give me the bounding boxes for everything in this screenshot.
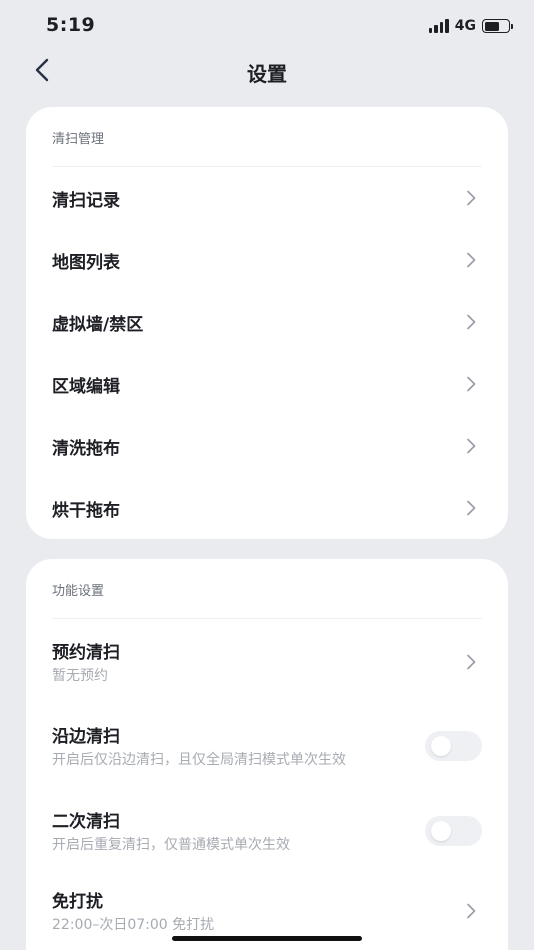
toggle-knob	[431, 821, 451, 841]
row-map-list[interactable]: 地图列表	[26, 229, 508, 291]
battery-icon	[482, 19, 513, 33]
home-indicator[interactable]	[172, 936, 362, 941]
row-subtitle: 暂无预约	[52, 668, 108, 684]
row-label: 预约清扫	[52, 643, 120, 663]
signal-icon	[428, 19, 449, 33]
row-edge-cleaning: 沿边清扫 开启后仅沿边清扫，且仅全局清扫模式单次生效	[26, 701, 508, 791]
row-label: 区域编辑	[52, 376, 120, 397]
second-cleaning-toggle[interactable]	[425, 816, 482, 846]
chevron-right-icon	[464, 375, 478, 393]
chevron-right-icon	[464, 251, 478, 269]
row-dry-mop[interactable]: 烘干拖布	[26, 477, 508, 539]
row-label: 地图列表	[52, 252, 120, 273]
row-cleaning-records[interactable]: 清扫记录	[26, 167, 508, 229]
row-text: 免打扰 22:00–次日07:00 免打扰	[52, 887, 214, 935]
cleaning-management-card: 清扫管理 清扫记录 地图列表 虚拟墙/禁区 区域编辑 清洗拖布 烘干拖布	[26, 107, 508, 539]
row-subtitle: 开启后仅沿边清扫，且仅全局清扫模式单次生效	[52, 752, 346, 768]
chevron-right-icon	[464, 437, 478, 455]
edge-cleaning-toggle[interactable]	[425, 731, 482, 761]
status-time: 5:19	[46, 14, 96, 36]
row-subtitle: 22:00–次日07:00 免打扰	[52, 917, 215, 933]
toggle-knob	[431, 736, 451, 756]
status-indicators: 4G	[428, 17, 513, 35]
network-label: 4G	[454, 18, 476, 34]
chevron-right-icon	[464, 189, 478, 207]
row-subtitle: 开启后重复清扫，仅普通模式单次生效	[52, 837, 290, 853]
row-label: 沿边清扫	[52, 727, 120, 747]
row-scheduled-cleaning[interactable]: 预约清扫 暂无预约	[26, 619, 508, 701]
row-text: 二次清扫 开启后重复清扫，仅普通模式单次生效	[52, 807, 290, 855]
row-label: 二次清扫	[52, 812, 120, 832]
row-wash-mop[interactable]: 清洗拖布	[26, 415, 508, 477]
chevron-right-icon	[464, 902, 478, 920]
row-label: 清洗拖布	[52, 438, 120, 459]
row-label: 免打扰	[52, 892, 103, 912]
section-header: 功能设置	[52, 559, 482, 619]
row-text: 预约清扫 暂无预约	[52, 638, 120, 686]
nav-bar: 设置	[0, 52, 534, 92]
row-text: 沿边清扫 开启后仅沿边清扫，且仅全局清扫模式单次生效	[52, 722, 362, 770]
row-label: 虚拟墙/禁区	[52, 314, 144, 335]
row-area-edit[interactable]: 区域编辑	[26, 353, 508, 415]
chevron-right-icon	[464, 499, 478, 517]
chevron-right-icon	[464, 313, 478, 331]
section-title: 功能设置	[52, 584, 105, 599]
status-bar: 5:19 4G	[0, 0, 534, 52]
row-second-cleaning: 二次清扫 开启后重复清扫，仅普通模式单次生效	[26, 791, 508, 871]
row-virtual-wall[interactable]: 虚拟墙/禁区	[26, 291, 508, 353]
row-label: 清扫记录	[52, 190, 120, 211]
section-header: 清扫管理	[52, 107, 482, 167]
row-label: 烘干拖布	[52, 500, 120, 521]
chevron-right-icon	[464, 653, 478, 671]
function-settings-card: 功能设置 预约清扫 暂无预约 沿边清扫 开启后仅沿边清扫，且仅全局清扫模式单次生…	[26, 559, 508, 950]
section-title: 清扫管理	[52, 132, 105, 147]
page-title: 设置	[247, 62, 287, 86]
